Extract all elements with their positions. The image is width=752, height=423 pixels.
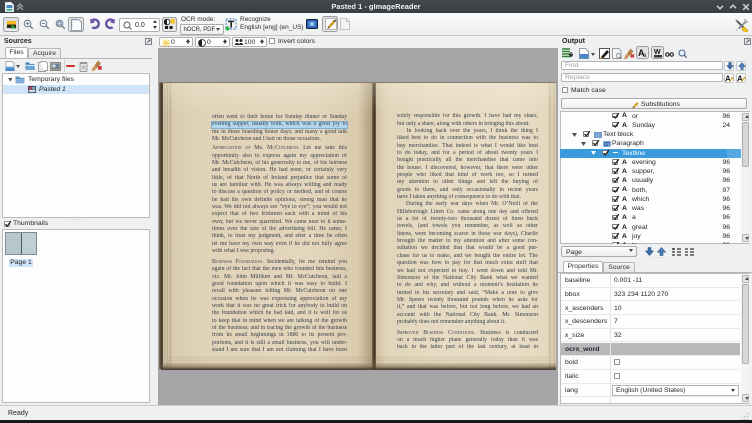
- svg-text:a: a: [643, 53, 647, 58]
- svg-text:A: A: [725, 74, 731, 83]
- svg-text:W: W: [654, 49, 661, 56]
- svg-text:A: A: [737, 74, 743, 83]
